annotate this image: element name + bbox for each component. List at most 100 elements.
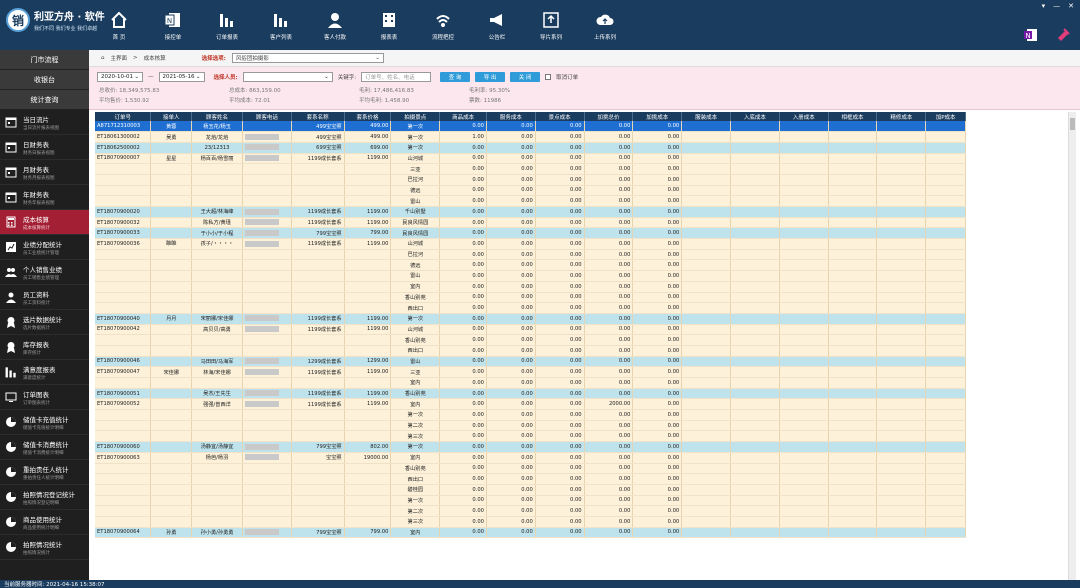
table-row[interactable]: ET18070900046 马田田/马海军 1299成长套系 1299.00 雷山 0.0… bbox=[95, 356, 966, 368]
column-header[interactable]: 套系价格 bbox=[344, 112, 392, 121]
column-header[interactable]: 景点成本 bbox=[535, 112, 585, 121]
column-header[interactable]: 服装成本 bbox=[681, 112, 732, 121]
column-header[interactable]: 商品成本 bbox=[439, 112, 487, 121]
table-row[interactable]: 第一次 0.00 0.00 0.00 0.00 0.00 bbox=[95, 495, 966, 507]
nav-item-7[interactable]: 公告栏 bbox=[470, 0, 524, 50]
sidebar-item-8[interactable]: 选片数据统计 选片数据统计 bbox=[0, 310, 89, 335]
nav-item-4[interactable]: 客人付款 bbox=[308, 0, 362, 50]
home-icon[interactable]: ⌂ bbox=[101, 55, 105, 61]
sidebar-item-16[interactable]: 商品使用统计 商品使用统计明细 bbox=[0, 510, 89, 535]
sidebar-item-17[interactable]: 拍照情况统计 拍照情况统计 bbox=[0, 535, 89, 560]
table-row[interactable]: 香山别苑 0.00 0.00 0.00 0.00 0.00 bbox=[95, 334, 966, 346]
sidebar-item-6[interactable]: 个人销售业绩 员工销售业绩管理 bbox=[0, 260, 89, 285]
table-row[interactable]: 香山别苑 0.00 0.00 0.00 0.00 0.00 bbox=[95, 463, 966, 475]
column-header[interactable]: 接单人 bbox=[150, 112, 193, 121]
column-header[interactable]: 加挑成本 bbox=[632, 112, 683, 121]
column-header[interactable]: 入底成本 bbox=[730, 112, 780, 121]
query-button[interactable]: 查 询 bbox=[440, 72, 471, 82]
table-row[interactable]: ET18070900040 月月 宋丽娜/宋佳娜 1199成长套系 1199.00 第一次… bbox=[95, 313, 966, 325]
sidebar-section-1[interactable]: 收银台 bbox=[0, 70, 89, 90]
column-header[interactable]: 服务成本 bbox=[486, 112, 536, 121]
cancel-order-checkbox[interactable] bbox=[545, 74, 552, 80]
nav-item-0[interactable]: 首 页 bbox=[92, 0, 146, 50]
sidebar-item-1[interactable]: 日财务表 财务日报表视图 bbox=[0, 135, 89, 160]
sidebar-item-7[interactable]: 员工资料 员工资料统计 bbox=[0, 285, 89, 310]
column-header[interactable]: 入册成本 bbox=[779, 112, 829, 121]
sidebar-item-2[interactable]: 月财务表 财务月报表视图 bbox=[0, 160, 89, 185]
nav-item-5[interactable]: 报表表 bbox=[362, 0, 416, 50]
table-row[interactable]: ET18070900051 吴杰/王先生 1199成长套系 1199.00 香山别苑 0.… bbox=[95, 388, 966, 400]
onenote-icon[interactable]: N bbox=[1024, 28, 1038, 44]
column-header[interactable]: 订单号 bbox=[95, 112, 152, 121]
logout-icon[interactable] bbox=[1056, 28, 1070, 44]
column-header[interactable]: 加P成本 bbox=[925, 112, 966, 121]
table-row[interactable]: 室内 0.00 0.00 0.00 0.00 0.00 bbox=[95, 377, 966, 389]
sidebar-item-11[interactable]: 订单图表 订单图表统计 bbox=[0, 385, 89, 410]
sidebar-item-10[interactable]: 满意度报表 满意度统计 bbox=[0, 360, 89, 385]
nav-item-6[interactable]: 流程把控 bbox=[416, 0, 470, 50]
date-to-picker[interactable]: 2021-05-16 ⌄ bbox=[158, 72, 205, 82]
nav-item-2[interactable]: 订单报表 bbox=[200, 0, 254, 50]
option-select[interactable]: 风俗团拍摄影 ⌄ bbox=[231, 53, 384, 63]
breadcrumb-home[interactable]: 主界面 bbox=[111, 54, 128, 62]
table-row[interactable]: ET18070900020 王大超/林海峰 1199成长套系 1199.00 千山别墅 0… bbox=[95, 206, 966, 218]
table-row[interactable]: 西出口 0.00 0.00 0.00 0.00 0.00 bbox=[95, 302, 966, 314]
table-row[interactable]: ET18070900007 星星 杨百百/杨雪丽 1199成长套系 1199.00 山河城… bbox=[95, 153, 966, 165]
table-row[interactable]: 碧桂园 0.00 0.00 0.00 0.00 0.00 bbox=[95, 484, 966, 496]
column-header[interactable]: 拍摄景点 bbox=[390, 112, 441, 121]
table-row[interactable]: 第三次 0.00 0.00 0.00 0.00 0.00 bbox=[95, 516, 966, 528]
table-row[interactable]: A871712310003 黄蓉 杨玉花/杨玉 499宝宝照 499.00 第一次 0.00… bbox=[95, 121, 966, 133]
table-row[interactable]: 德远 0.00 0.00 0.00 0.00 0.00 bbox=[95, 259, 966, 272]
table-row[interactable]: 雷山 0.00 0.00 0.00 0.00 0.00 bbox=[95, 270, 966, 282]
sidebar-item-0[interactable]: 当日流片 当日流片报表视图 bbox=[0, 110, 89, 135]
table-scrollbar[interactable] bbox=[1068, 112, 1076, 580]
sidebar-item-13[interactable]: 储值卡消费统计 储值卡消费统计明细 bbox=[0, 435, 89, 460]
table-row[interactable]: ET18070900063 杨芭/杨羽 宝宝照 19000.00 室内 0.00 0.00 0… bbox=[95, 452, 966, 464]
table-row[interactable]: 第三次 0.00 0.00 0.00 0.00 0.00 bbox=[95, 430, 966, 443]
sidebar-item-3[interactable]: 年财务表 财务年报表视图 bbox=[0, 185, 89, 210]
scrollbar-thumb[interactable] bbox=[1070, 118, 1075, 130]
sidebar-item-15[interactable]: 拍照情况登记统计 拍照情况登记明细 bbox=[0, 485, 89, 510]
nav-item-1[interactable]: N 接控单 bbox=[146, 0, 200, 50]
export-button[interactable]: 导 出 bbox=[475, 72, 506, 82]
column-header[interactable]: 顾客电话 bbox=[242, 112, 292, 121]
sidebar-item-5[interactable]: 业绩分配统计 员工业绩统计管理 bbox=[0, 235, 89, 260]
table-row[interactable]: 第二次 0.00 0.00 0.00 0.00 0.00 bbox=[95, 420, 966, 432]
sidebar-section-2[interactable]: 统计查询 bbox=[0, 90, 89, 110]
column-header[interactable]: 加挑总价 bbox=[584, 112, 634, 121]
column-header[interactable]: 精修成本 bbox=[876, 112, 927, 121]
table-row[interactable]: ET18061300002 吴勇 龙焰/龙焰 499宝宝照 499.00 第一次 1.00 0… bbox=[95, 131, 966, 143]
table-row[interactable]: 西出口 0.00 0.00 0.00 0.00 0.00 bbox=[95, 473, 966, 485]
sidebar-item-12[interactable]: 储值卡充值统计 储值卡充值统计明细 bbox=[0, 410, 89, 435]
column-header[interactable]: 顾客姓名 bbox=[191, 112, 243, 121]
table-row[interactable]: ET18070900033 于小小/于小程 799宝宝照 799.00 民良风情园 0.0… bbox=[95, 227, 966, 240]
table-row[interactable]: ET18070900032 陈私方/黄瑾 1199成长套系 1199.00 民良风情园 0… bbox=[95, 217, 966, 229]
person-select[interactable]: ⌄ bbox=[242, 72, 333, 82]
nav-item-3[interactable]: 客户列表 bbox=[254, 0, 308, 50]
minimize-icon[interactable]: — bbox=[1053, 2, 1060, 10]
nav-item-9[interactable]: 上传系列 bbox=[578, 0, 632, 50]
table-row[interactable]: 第二次 0.00 0.00 0.00 0.00 0.00 bbox=[95, 505, 966, 517]
table-row[interactable]: 巴拉河 0.00 0.00 0.00 0.00 0.00 bbox=[95, 249, 966, 261]
keyword-input[interactable]: 订单号、姓名、电话 bbox=[361, 72, 432, 82]
sidebar-section-0[interactable]: 门市流程 bbox=[0, 50, 89, 70]
column-header[interactable]: 套系名称 bbox=[291, 112, 345, 121]
table-row[interactable]: 西出口 0.00 0.00 0.00 0.00 0.00 bbox=[95, 345, 966, 357]
table-row[interactable]: 雷山 0.00 0.00 0.00 0.00 0.00 bbox=[95, 195, 966, 207]
table-row[interactable]: 巴拉河 0.00 0.00 0.00 0.00 0.00 bbox=[95, 174, 966, 186]
sidebar-item-14[interactable]: 重拍责任人统计 重拍责任人统计明细 bbox=[0, 460, 89, 485]
table-row[interactable]: 香山别苑 0.00 0.00 0.00 0.00 0.00 bbox=[95, 292, 966, 304]
close-icon[interactable]: ✕ bbox=[1068, 2, 1074, 10]
table-row[interactable]: 第一次 0.00 0.00 0.00 0.00 0.00 bbox=[95, 409, 966, 421]
table-row[interactable]: 室内 0.00 0.00 0.00 0.00 0.00 bbox=[95, 281, 966, 293]
table-row[interactable]: ET18070900064 孙勇 孙小勇/孙勇勇 799宝宝照 799.00 室内 0.00… bbox=[95, 527, 966, 539]
table-row[interactable]: ET18070900036 睢睢 孩子/・・・・ 1199成长套系 1199.00 山河城… bbox=[95, 238, 966, 250]
table-row[interactable]: ET18070900052 强强/曾西洋 1199成长套系 1199.00 室内 0.00… bbox=[95, 398, 966, 411]
pin-icon[interactable]: ▾ bbox=[1042, 2, 1046, 10]
table-row[interactable]: 德远 0.00 0.00 0.00 0.00 0.00 bbox=[95, 185, 966, 197]
table-row[interactable]: ET18070900060 汤静宜/汤静宜 799宝宝照 802.00 第一次 0.00 0… bbox=[95, 441, 966, 453]
table-row[interactable]: ET18062500002 23/12313 699宝宝照 699.00 第一次 0.00… bbox=[95, 142, 966, 154]
close-button[interactable]: 关 闭 bbox=[510, 72, 541, 82]
date-from-picker[interactable]: 2020-10-01 ⌄ bbox=[97, 72, 143, 82]
table-row[interactable]: ET18070900047 宋佳娜 林海/宋佳娜 1199成长套系 1199.00 三亚 0… bbox=[95, 366, 966, 378]
